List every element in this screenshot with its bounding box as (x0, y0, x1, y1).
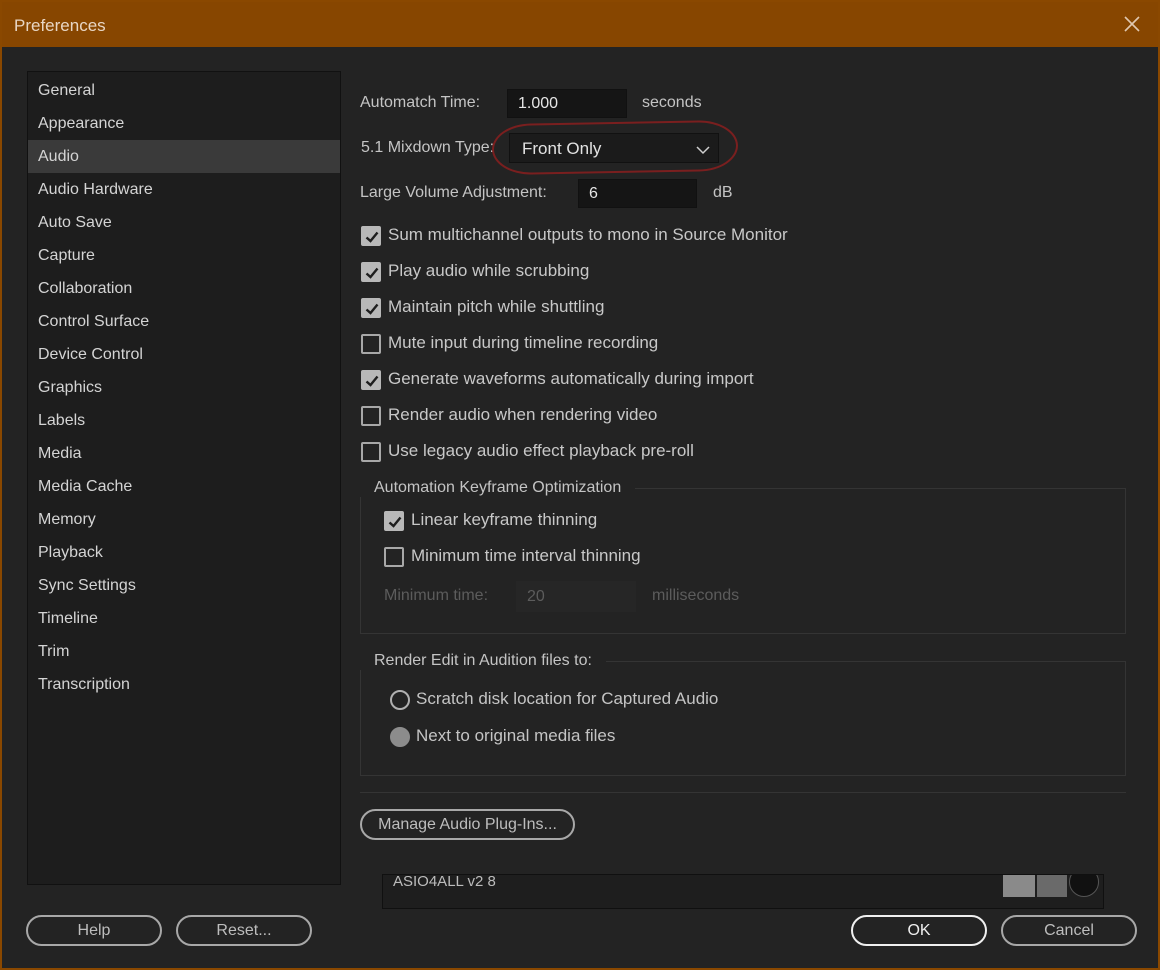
sidebar-item-collaboration[interactable]: Collaboration (28, 272, 340, 305)
help-button[interactable]: Help (26, 915, 162, 946)
min-time-input[interactable] (516, 581, 636, 612)
device-settings-icon[interactable] (1003, 875, 1035, 897)
sidebar-item-transcription[interactable]: Transcription (28, 668, 340, 701)
automatch-time-unit: seconds (642, 94, 702, 111)
render-audio-checkbox[interactable] (361, 406, 381, 426)
section-divider (360, 792, 1126, 793)
preferences-window: Preferences General Appearance Audio Aud… (0, 0, 1160, 970)
linear-thinning-checkbox-row[interactable]: Linear keyframe thinning (384, 510, 724, 533)
sidebar-item-capture[interactable]: Capture (28, 239, 340, 272)
close-icon[interactable] (1120, 12, 1144, 36)
maintain-pitch-checkbox-row[interactable]: Maintain pitch while shuttling (361, 297, 801, 320)
render-edit-group (360, 661, 1126, 776)
render-audio-checkbox-row[interactable]: Render audio when rendering video (361, 405, 801, 428)
render-audio-label: Render audio when rendering video (388, 405, 658, 424)
legacy-preroll-checkbox-row[interactable]: Use legacy audio effect playback pre-rol… (361, 441, 801, 464)
sum-multichannel-checkbox-row[interactable]: Sum multichannel outputs to mono in Sour… (361, 225, 801, 248)
sidebar-item-trim[interactable]: Trim (28, 635, 340, 668)
maintain-pitch-checkbox[interactable] (361, 298, 381, 318)
next-to-original-label: Next to original media files (416, 726, 616, 745)
min-interval-checkbox-row[interactable]: Minimum time interval thinning (384, 546, 724, 569)
large-volume-label: Large Volume Adjustment: (360, 184, 547, 201)
device-toggle-icon[interactable] (1037, 875, 1067, 897)
play-audio-scrubbing-checkbox-row[interactable]: Play audio while scrubbing (361, 261, 801, 284)
mixdown-type-label: 5.1 Mixdown Type: (361, 139, 495, 156)
sidebar-item-sync-settings[interactable]: Sync Settings (28, 569, 340, 602)
sidebar-item-playback[interactable]: Playback (28, 536, 340, 569)
play-audio-scrubbing-label: Play audio while scrubbing (388, 261, 590, 280)
generate-waveforms-checkbox-row[interactable]: Generate waveforms automatically during … (361, 369, 801, 392)
mute-input-checkbox-row[interactable]: Mute input during timeline recording (361, 333, 801, 356)
play-audio-scrubbing-checkbox[interactable] (361, 262, 381, 282)
cancel-button[interactable]: Cancel (1001, 915, 1137, 946)
reset-button[interactable]: Reset... (176, 915, 312, 946)
sidebar-item-audio[interactable]: Audio (28, 140, 340, 173)
legacy-preroll-label: Use legacy audio effect playback pre-rol… (388, 441, 694, 460)
mixdown-type-value: Front Only (522, 139, 602, 158)
mute-input-checkbox[interactable] (361, 334, 381, 354)
sidebar-item-media[interactable]: Media (28, 437, 340, 470)
scratch-disk-radio-row[interactable]: Scratch disk location for Captured Audio (390, 689, 730, 712)
sum-multichannel-label: Sum multichannel outputs to mono in Sour… (388, 225, 788, 244)
linear-thinning-label: Linear keyframe thinning (411, 510, 598, 529)
generate-waveforms-label: Generate waveforms automatically during … (388, 369, 754, 388)
checkmark-icon (388, 516, 402, 528)
sidebar-item-device-control[interactable]: Device Control (28, 338, 340, 371)
generate-waveforms-checkbox[interactable] (361, 370, 381, 390)
window-title: Preferences (14, 16, 106, 35)
audio-device-row[interactable]: ASIO4ALL v2 8 (382, 874, 1104, 909)
linear-thinning-checkbox[interactable] (384, 511, 404, 531)
sidebar-item-memory[interactable]: Memory (28, 503, 340, 536)
sidebar-item-control-surface[interactable]: Control Surface (28, 305, 340, 338)
min-interval-checkbox[interactable] (384, 547, 404, 567)
chevron-down-icon (696, 142, 710, 155)
manage-plugins-button[interactable]: Manage Audio Plug-Ins... (360, 809, 575, 840)
checkmark-icon (365, 375, 379, 387)
audio-device-name: ASIO4ALL v2 8 (393, 874, 496, 890)
min-time-unit: milliseconds (652, 587, 740, 604)
next-to-original-radio[interactable] (390, 727, 410, 747)
title-bar: Preferences (2, 2, 1158, 47)
legacy-preroll-checkbox[interactable] (361, 442, 381, 462)
mixdown-type-dropdown[interactable]: Front Only (509, 133, 719, 163)
next-to-original-radio-row[interactable]: Next to original media files (390, 726, 730, 749)
scratch-disk-label: Scratch disk location for Captured Audio (416, 689, 719, 708)
automatch-time-label: Automatch Time: (360, 94, 481, 111)
sidebar-item-labels[interactable]: Labels (28, 404, 340, 437)
scratch-disk-radio[interactable] (390, 690, 410, 710)
category-sidebar: General Appearance Audio Audio Hardware … (27, 71, 341, 885)
checkmark-icon (365, 303, 379, 315)
maintain-pitch-label: Maintain pitch while shuttling (388, 297, 605, 316)
ok-button[interactable]: OK (851, 915, 987, 946)
checkmark-icon (365, 231, 379, 243)
mute-input-label: Mute input during timeline recording (388, 333, 659, 352)
keyframe-optimization-title: Automation Keyframe Optimization (360, 479, 636, 497)
min-interval-label: Minimum time interval thinning (411, 546, 641, 565)
sidebar-item-appearance[interactable]: Appearance (28, 107, 340, 140)
large-volume-input[interactable] (578, 179, 697, 208)
sidebar-item-media-cache[interactable]: Media Cache (28, 470, 340, 503)
checkmark-icon (365, 267, 379, 279)
sum-multichannel-checkbox[interactable] (361, 226, 381, 246)
sidebar-item-audio-hardware[interactable]: Audio Hardware (28, 173, 340, 206)
sidebar-item-graphics[interactable]: Graphics (28, 371, 340, 404)
render-edit-title: Render Edit in Audition files to: (360, 652, 606, 670)
sidebar-item-timeline[interactable]: Timeline (28, 602, 340, 635)
min-time-label: Minimum time: (384, 587, 489, 604)
large-volume-unit: dB (713, 184, 733, 201)
automatch-time-input[interactable] (507, 89, 627, 118)
sidebar-item-general[interactable]: General (28, 74, 340, 107)
sidebar-item-auto-save[interactable]: Auto Save (28, 206, 340, 239)
device-power-icon[interactable] (1069, 875, 1099, 897)
